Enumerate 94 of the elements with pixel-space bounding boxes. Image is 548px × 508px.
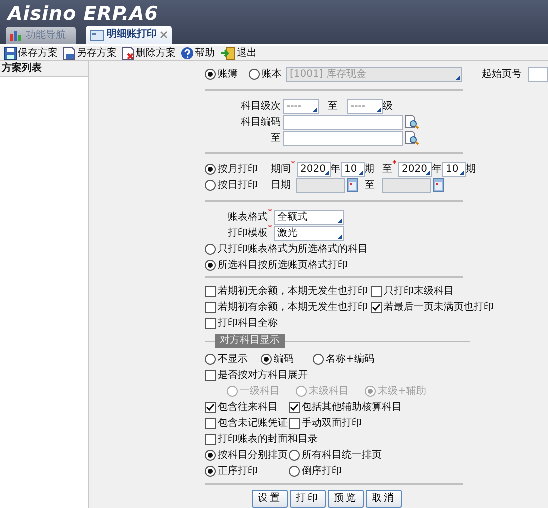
window-icon bbox=[90, 30, 104, 40]
level-label: 科目级次 bbox=[240, 100, 281, 113]
radio-dot[interactable] bbox=[205, 466, 216, 476]
app-logo: Aisino ERP.A6 bbox=[6, 2, 160, 26]
start-page-field[interactable] bbox=[528, 66, 548, 82]
radio-button[interactable]: 所有科目统一排页 bbox=[289, 448, 548, 462]
format-label: 打印模板 bbox=[228, 226, 268, 240]
period-dropdown[interactable]: 10 bbox=[442, 162, 466, 176]
checkbox[interactable]: 包括其他辅助核算科目 bbox=[289, 400, 548, 414]
toolbar-button[interactable]: 另存方案 bbox=[63, 46, 117, 60]
dialog-button[interactable]: 打印 bbox=[290, 490, 326, 508]
radio-dot[interactable] bbox=[261, 354, 272, 364]
checkbox[interactable]: 若期初有余额，本期无发生也打印 bbox=[205, 300, 368, 314]
code-to-field[interactable] bbox=[283, 130, 403, 146]
year-dropdown[interactable]: 2020 bbox=[296, 162, 330, 176]
format-label: 账表格式 bbox=[228, 210, 268, 224]
calendar-icon[interactable] bbox=[347, 178, 358, 192]
check-icon bbox=[372, 302, 381, 312]
radio-button[interactable]: 按日打印 bbox=[205, 178, 271, 192]
radio-dot[interactable] bbox=[205, 354, 216, 364]
toolbar-button[interactable]: 保存方案 bbox=[4, 46, 58, 60]
date-label: 日期 bbox=[271, 178, 291, 192]
check-icon bbox=[206, 402, 215, 412]
checkbox[interactable]: 包含往来科目 bbox=[205, 400, 289, 414]
radio-button[interactable]: 所选科目按所选账页格式打印 bbox=[205, 258, 348, 272]
radio-button[interactable]: 倒序打印 bbox=[289, 464, 548, 478]
checkbox[interactable]: 若期初无余额，本期无发生也打印 bbox=[205, 284, 368, 298]
period-unit: 期 bbox=[466, 162, 476, 176]
calendar-icon[interactable] bbox=[433, 178, 444, 192]
checkbox[interactable]: 手动双面打印 bbox=[289, 416, 548, 430]
format-dropdown[interactable]: 全额式 bbox=[274, 210, 344, 224]
toolbar-button[interactable]: 退出 bbox=[220, 46, 257, 60]
toolbar-button[interactable]: 帮助 bbox=[181, 46, 215, 60]
to-label: 至 bbox=[270, 132, 281, 145]
checkbox[interactable]: 打印账表的封面和目录 bbox=[205, 432, 548, 446]
radio-dot[interactable] bbox=[313, 354, 324, 364]
checkbox[interactable]: 若最后一页未满页也打印 bbox=[371, 300, 494, 314]
required-mark: * bbox=[392, 161, 397, 170]
check-icon bbox=[290, 402, 299, 412]
radio-button[interactable]: 按月打印 bbox=[205, 162, 271, 176]
radio-dot[interactable] bbox=[205, 260, 216, 270]
checkbox[interactable]: 只打印末级科目 bbox=[371, 284, 454, 298]
checkbox[interactable]: 是否按对方科目展开 bbox=[205, 368, 308, 382]
date-to-field[interactable] bbox=[382, 178, 431, 192]
search-icon[interactable] bbox=[405, 131, 419, 145]
code-label: 科目编码 bbox=[240, 116, 281, 129]
start-page-label: 起始页号 bbox=[482, 68, 522, 81]
radio-dot[interactable] bbox=[205, 450, 216, 460]
radio-dot[interactable] bbox=[205, 180, 216, 190]
period-dropdown[interactable]: 10 bbox=[340, 162, 364, 176]
radio-button[interactable]: 账本 bbox=[249, 68, 282, 80]
period-label: 期间 bbox=[271, 162, 291, 176]
year-unit: 年 bbox=[432, 163, 442, 176]
code-from-field[interactable] bbox=[283, 114, 403, 130]
radio-dot[interactable] bbox=[289, 466, 300, 476]
radio-dot[interactable] bbox=[289, 450, 300, 460]
dialog-button[interactable]: 预览 bbox=[328, 490, 364, 508]
sidebar-title: 方案列表 bbox=[0, 61, 88, 77]
radio-dot[interactable] bbox=[205, 244, 216, 254]
toolbar-button[interactable]: 删除方案 bbox=[122, 46, 176, 60]
radio-button[interactable]: 只打印账表格式为所选格式的科目 bbox=[205, 242, 368, 256]
radio-button[interactable]: 编码 bbox=[261, 352, 313, 366]
required-mark: * bbox=[291, 161, 296, 170]
close-icon[interactable] bbox=[160, 31, 168, 39]
year-unit: 年 bbox=[330, 163, 340, 176]
bar-chart-icon bbox=[10, 30, 23, 41]
dialog-button[interactable]: 设置 bbox=[252, 490, 288, 508]
level-from-dropdown[interactable]: ---- bbox=[283, 98, 319, 114]
radio-dot[interactable] bbox=[249, 68, 260, 80]
dialog-button[interactable]: 取消 bbox=[366, 490, 402, 508]
radio-button[interactable]: 按科目分别排页 bbox=[205, 448, 289, 462]
radio-button[interactable]: 名称+编码 bbox=[313, 352, 548, 366]
required-mark: * bbox=[268, 209, 272, 218]
radio-dot[interactable] bbox=[205, 164, 216, 174]
year-dropdown[interactable]: 2020 bbox=[398, 162, 432, 176]
tab[interactable]: 明细账打印 bbox=[86, 26, 172, 44]
radio-button[interactable]: 不显示 bbox=[205, 352, 261, 366]
checkbox[interactable]: 打印科目全称 bbox=[205, 316, 278, 330]
to-label: 至 bbox=[328, 100, 338, 113]
radio-dot[interactable] bbox=[205, 68, 216, 80]
to-label: 至 bbox=[365, 179, 375, 192]
exit-icon bbox=[220, 46, 236, 60]
level-suffix: 级 bbox=[383, 100, 393, 113]
group-title: 对方科目显示 bbox=[215, 334, 285, 348]
required-mark: * bbox=[268, 225, 272, 234]
radio-button[interactable]: 账簿 bbox=[205, 68, 249, 80]
radio-button[interactable]: 正序打印 bbox=[205, 464, 289, 478]
search-icon[interactable] bbox=[405, 115, 419, 129]
format-dropdown[interactable]: 激光 bbox=[274, 226, 344, 240]
date-from-field[interactable] bbox=[296, 178, 345, 192]
level-to-dropdown[interactable]: ---- bbox=[347, 98, 383, 114]
to-label: 至 bbox=[382, 163, 392, 176]
checkbox[interactable]: 包含未记账凭证 bbox=[205, 416, 289, 430]
period-unit: 期 bbox=[364, 162, 374, 176]
